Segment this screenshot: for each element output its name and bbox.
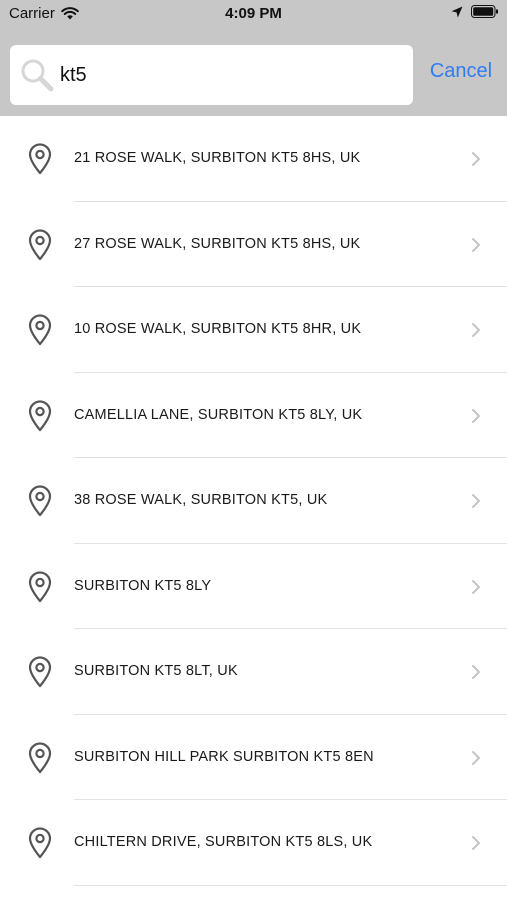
search-field[interactable] bbox=[10, 45, 413, 105]
result-label: 38 ROSE WALK, SURBITON KT5, UK bbox=[74, 492, 328, 508]
location-arrow-icon bbox=[451, 6, 463, 17]
result-row[interactable]: 38 ROSE WALK, SURBITON KT5, UK bbox=[0, 458, 507, 544]
chevron-right-icon bbox=[472, 408, 480, 423]
result-label: 10 ROSE WALK, SURBITON KT5 8HR, UK bbox=[74, 321, 362, 337]
map-pin-icon bbox=[28, 827, 52, 859]
status-bar: Carrier 4:09 PM bbox=[0, 0, 507, 28]
chevron-right-icon bbox=[472, 665, 480, 679]
results-list: 21 ROSE WALK, SURBITON KT5 8HS, UK 27 RO… bbox=[0, 116, 507, 886]
result-row[interactable]: SURBITON HILL PARK SURBITON KT5 8EN bbox=[0, 715, 507, 801]
result-row[interactable]: CAMELLIA LANE, SURBITON KT5 8LY, UK bbox=[0, 373, 507, 459]
chevron-right-icon bbox=[472, 836, 480, 850]
map-pin-icon bbox=[28, 656, 52, 688]
map-pin-icon bbox=[28, 485, 52, 517]
result-row[interactable]: 10 ROSE WALK, SURBITON KT5 8HR, UK bbox=[0, 287, 507, 373]
chevron-right-icon bbox=[472, 579, 480, 594]
result-row[interactable]: CHILTERN DRIVE, SURBITON KT5 8LS, UK bbox=[0, 800, 507, 886]
status-icons bbox=[451, 5, 499, 18]
map-pin-icon bbox=[28, 228, 52, 260]
result-row[interactable]: SURBITON KT5 8LY bbox=[0, 544, 507, 630]
screen: Carrier 4:09 PM kt5 Cancel 21 ROSE WALK,… bbox=[0, 0, 507, 900]
result-row[interactable]: 27 ROSE WALK, SURBITON KT5 8HS, UK bbox=[0, 202, 507, 288]
cancel-button[interactable]: Cancel bbox=[419, 60, 503, 83]
result-label: CHILTERN DRIVE, SURBITON KT5 8LS, UK bbox=[74, 834, 373, 850]
clock: 4:09 PM bbox=[225, 5, 282, 22]
map-pin-icon bbox=[28, 570, 52, 602]
chevron-right-icon bbox=[472, 494, 480, 508]
result-label: SURBITON HILL PARK SURBITON KT5 8EN bbox=[74, 748, 374, 765]
map-pin-icon bbox=[28, 314, 52, 346]
result-label: SURBITON KT5 8LT, UK bbox=[74, 663, 238, 679]
result-label: 27 ROSE WALK, SURBITON KT5 8HS, UK bbox=[74, 235, 361, 252]
chevron-right-icon bbox=[472, 152, 480, 166]
battery-icon bbox=[471, 5, 498, 18]
result-row[interactable]: 21 ROSE WALK, SURBITON KT5 8HS, UK bbox=[0, 116, 507, 202]
result-label: CAMELLIA LANE, SURBITON KT5 8LY, UK bbox=[74, 406, 363, 423]
chevron-right-icon bbox=[472, 323, 480, 337]
chevron-right-icon bbox=[472, 237, 480, 252]
search-input[interactable] bbox=[60, 57, 400, 93]
result-label: SURBITON KT5 8LY bbox=[74, 577, 212, 594]
map-pin-icon bbox=[28, 741, 52, 773]
result-row[interactable]: SURBITON KT5 8LT, UK bbox=[0, 629, 507, 715]
chevron-right-icon bbox=[472, 750, 480, 765]
search-icon bbox=[21, 59, 54, 92]
result-label: 21 ROSE WALK, SURBITON KT5 8HS, UK bbox=[74, 150, 361, 166]
map-pin-icon bbox=[28, 399, 52, 431]
map-pin-icon bbox=[28, 143, 52, 175]
search-header: Carrier 4:09 PM kt5 Cancel bbox=[0, 0, 507, 116]
